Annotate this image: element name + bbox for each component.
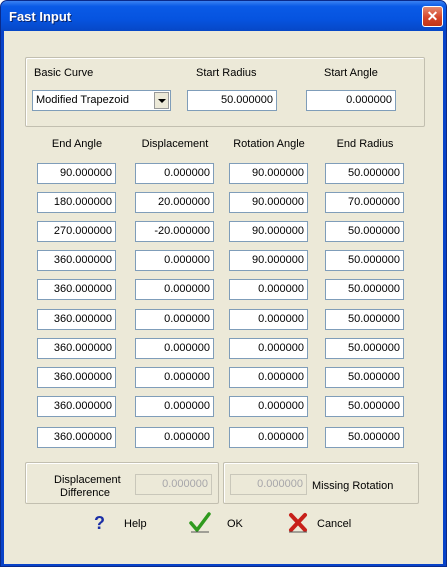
end-angle-input[interactable]: 270.000000 <box>37 221 116 242</box>
end-angle-input[interactable]: 360.000000 <box>37 279 116 300</box>
displacement-input[interactable]: 20.000000 <box>135 192 214 213</box>
displacement-input[interactable]: 0.000000 <box>135 163 214 184</box>
rotation-angle-input[interactable]: 0.000000 <box>229 367 308 388</box>
start-radius-input[interactable]: 50.000000 <box>187 90 277 111</box>
header-end-radius: End Radius <box>336 138 394 150</box>
displacement-input[interactable]: 0.000000 <box>135 279 214 300</box>
end-angle-input[interactable]: 360.000000 <box>37 309 116 330</box>
cancel-button-label: Cancel <box>317 518 352 530</box>
header-rotation-angle: Rotation Angle <box>233 138 305 150</box>
title-bar[interactable]: Fast Input ✕ <box>1 1 446 31</box>
help-button-label: Help <box>124 518 147 530</box>
end-radius-input[interactable]: 50.000000 <box>325 367 404 388</box>
window-title: Fast Input <box>9 9 72 24</box>
end-radius-input[interactable]: 50.000000 <box>325 221 404 242</box>
rotation-angle-input[interactable]: 0.000000 <box>229 427 308 448</box>
end-angle-input[interactable]: 90.000000 <box>37 163 116 184</box>
rotation-angle-input[interactable]: 0.000000 <box>229 309 308 330</box>
displacement-difference-label-line1: Displacement <box>54 474 121 486</box>
displacement-input[interactable]: 0.000000 <box>135 367 214 388</box>
end-radius-input[interactable]: 50.000000 <box>325 279 404 300</box>
end-radius-input[interactable]: 50.000000 <box>325 396 404 417</box>
end-radius-input[interactable]: 50.000000 <box>325 338 404 359</box>
question-mark-icon: ? <box>94 513 105 533</box>
missing-rotation-field: 0.000000 <box>230 474 307 495</box>
end-radius-input[interactable]: 50.000000 <box>325 427 404 448</box>
header-displacement: Displacement <box>141 138 209 150</box>
rotation-angle-input[interactable]: 90.000000 <box>229 221 308 242</box>
displacement-input[interactable]: 0.000000 <box>135 427 214 448</box>
x-icon <box>287 512 309 539</box>
displacement-input[interactable]: 0.000000 <box>135 309 214 330</box>
ok-button[interactable]: OK <box>189 512 259 539</box>
end-angle-input[interactable]: 360.000000 <box>37 250 116 271</box>
rotation-angle-input[interactable]: 0.000000 <box>229 338 308 359</box>
end-radius-input[interactable]: 50.000000 <box>325 163 404 184</box>
end-angle-input[interactable]: 360.000000 <box>37 338 116 359</box>
end-angle-input[interactable]: 360.000000 <box>37 427 116 448</box>
help-button[interactable]: ? Help <box>90 513 160 537</box>
rotation-angle-input[interactable]: 90.000000 <box>229 192 308 213</box>
ok-button-label: OK <box>227 518 243 530</box>
displacement-difference-field: 0.000000 <box>135 474 212 495</box>
end-radius-input[interactable]: 50.000000 <box>325 250 404 271</box>
close-button[interactable]: ✕ <box>422 6 443 27</box>
dialog-body: Basic Curve Start Radius Start Angle Mod… <box>4 31 443 564</box>
basic-curve-selected-value: Modified Trapezoid <box>36 94 129 106</box>
end-radius-input[interactable]: 50.000000 <box>325 309 404 330</box>
end-angle-input[interactable]: 360.000000 <box>37 367 116 388</box>
missing-rotation-label: Missing Rotation <box>312 480 394 492</box>
header-end-angle: End Angle <box>51 138 103 150</box>
rotation-angle-input[interactable]: 0.000000 <box>229 279 308 300</box>
start-angle-input[interactable]: 0.000000 <box>306 90 396 111</box>
rotation-angle-input[interactable]: 90.000000 <box>229 250 308 271</box>
fast-input-window: Fast Input ✕ Basic Curve Start Radius St… <box>0 0 447 567</box>
displacement-input[interactable]: 0.000000 <box>135 396 214 417</box>
displacement-difference-label-line2: Difference <box>60 487 110 499</box>
chevron-down-icon[interactable] <box>154 92 169 109</box>
end-angle-input[interactable]: 360.000000 <box>37 396 116 417</box>
start-angle-label: Start Angle <box>324 67 378 79</box>
cancel-button[interactable]: Cancel <box>287 513 367 537</box>
rotation-angle-input[interactable]: 0.000000 <box>229 396 308 417</box>
displacement-input[interactable]: 0.000000 <box>135 250 214 271</box>
end-angle-input[interactable]: 180.000000 <box>37 192 116 213</box>
close-icon: ✕ <box>426 8 439 24</box>
displacement-input[interactable]: 0.000000 <box>135 338 214 359</box>
end-radius-input[interactable]: 70.000000 <box>325 192 404 213</box>
checkmark-icon <box>189 512 211 539</box>
basic-curve-select[interactable]: Modified Trapezoid <box>32 90 171 111</box>
start-radius-label: Start Radius <box>196 67 257 79</box>
rotation-angle-input[interactable]: 90.000000 <box>229 163 308 184</box>
displacement-input[interactable]: -20.000000 <box>135 221 214 242</box>
basic-curve-label: Basic Curve <box>34 67 94 79</box>
